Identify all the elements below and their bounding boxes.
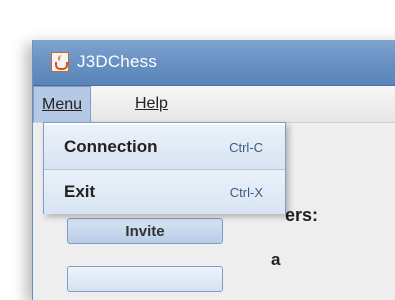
menu-menu-label: Menu bbox=[42, 96, 83, 113]
menu-menu[interactable]: Menu bbox=[33, 86, 92, 122]
menu-item-exit-shortcut: Ctrl-X bbox=[229, 185, 263, 200]
invite-button-label: Invite bbox=[125, 223, 165, 240]
player-name: a bbox=[271, 250, 281, 269]
menu-item-connection-shortcut: Ctrl-C bbox=[229, 140, 263, 155]
players-label: ers: bbox=[285, 205, 319, 225]
title-bar[interactable]: J3DChess bbox=[33, 40, 395, 86]
menu-item-connection-label: Connection bbox=[64, 137, 158, 156]
menu-item-exit-label: Exit bbox=[64, 182, 96, 201]
secondary-button[interactable] bbox=[67, 266, 223, 292]
menu-item-connection[interactable]: Connection Ctrl-C bbox=[44, 125, 285, 170]
java-cup-icon bbox=[51, 52, 69, 72]
menu-item-exit[interactable]: Exit Ctrl-X bbox=[44, 170, 285, 214]
window-title: J3DChess bbox=[77, 52, 158, 71]
invite-button[interactable]: Invite bbox=[67, 218, 223, 244]
menu-help-label: Help bbox=[135, 95, 168, 112]
menu-dropdown: Connection Ctrl-C Exit Ctrl-X bbox=[43, 122, 286, 214]
menu-help[interactable]: Help bbox=[127, 86, 176, 122]
menu-bar: Menu Help bbox=[33, 86, 395, 123]
